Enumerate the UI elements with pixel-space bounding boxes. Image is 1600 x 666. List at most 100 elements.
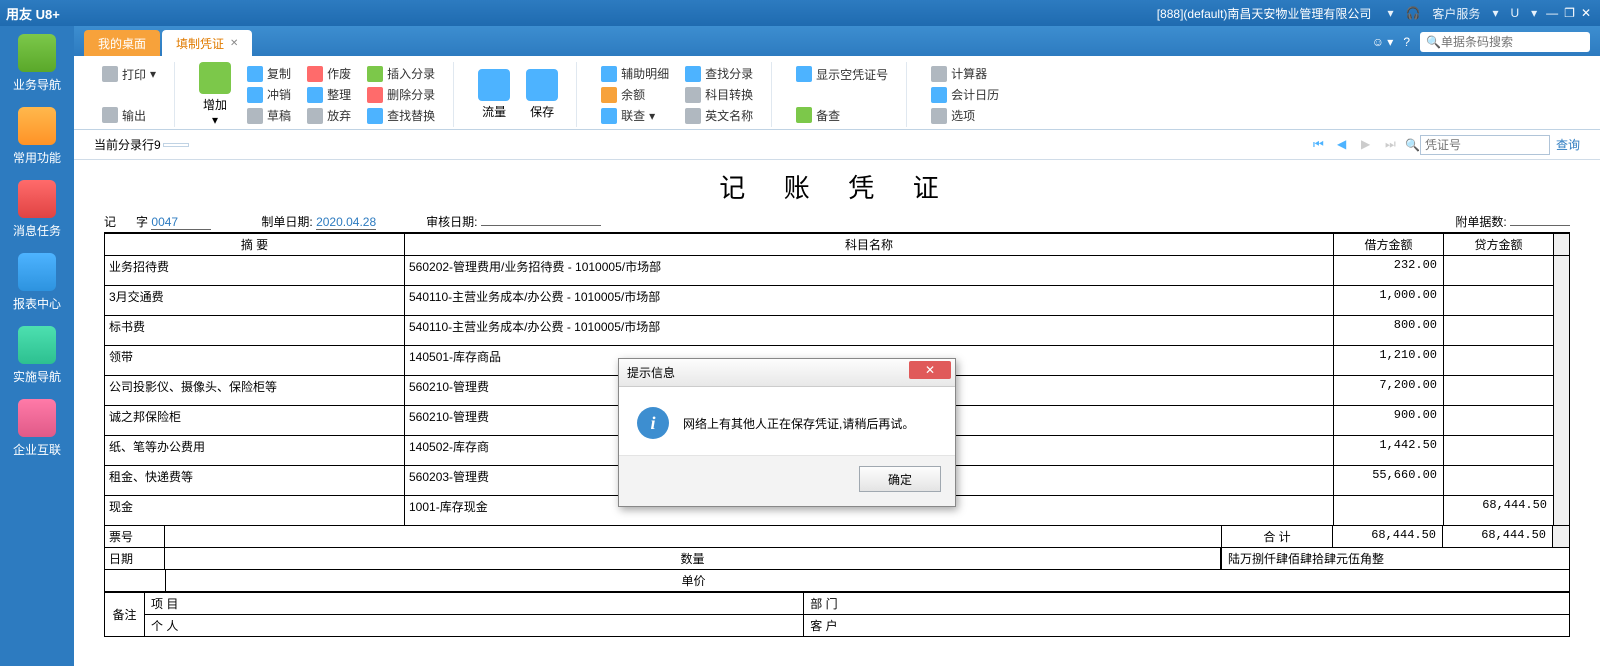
table-row[interactable]: 3月交通费540110-主营业务成本/办公费 - 1010005/市场部1,00…	[105, 286, 1570, 316]
print-button[interactable]: 打印 ▾	[98, 65, 160, 84]
cell-debit[interactable]: 800.00	[1334, 316, 1444, 346]
cell-summary[interactable]: 现金	[105, 496, 405, 526]
cell-debit[interactable]: 7,200.00	[1334, 376, 1444, 406]
dropdown-icon[interactable]: ▾	[1387, 6, 1393, 20]
tab-desktop[interactable]: 我的桌面	[84, 30, 160, 56]
subject-convert-button[interactable]: 科目转换	[681, 85, 757, 104]
close-icon[interactable]: ✕	[230, 38, 238, 49]
calendar-icon	[931, 87, 947, 103]
abandon-button[interactable]: 放弃	[303, 106, 355, 125]
remark-head: 备注	[105, 593, 145, 637]
cell-subject[interactable]: 560202-管理费用/业务招待费 - 1010005/市场部	[405, 256, 1334, 286]
row-badge	[163, 143, 189, 147]
cell-debit[interactable]: 1,210.00	[1334, 346, 1444, 376]
headset-icon[interactable]: 🎧	[1405, 6, 1420, 20]
cell-credit[interactable]	[1444, 436, 1554, 466]
smile-icon[interactable]: ☺ ▾	[1372, 35, 1394, 49]
remark-table: 备注 项 目 部 门 个 人 客 户	[104, 592, 1570, 637]
calendar-button[interactable]: 会计日历	[927, 85, 1003, 104]
cell-summary[interactable]: 租金、快递费等	[105, 466, 405, 496]
voucher-no-input[interactable]	[1420, 135, 1550, 155]
prev-icon[interactable]: ◀	[1337, 137, 1353, 153]
copy-button[interactable]: 复制	[243, 64, 295, 83]
balance-button[interactable]: 余额	[597, 85, 673, 104]
search-input[interactable]	[1441, 35, 1584, 49]
cell-credit[interactable]	[1444, 406, 1554, 436]
cell-credit[interactable]: 68,444.50	[1444, 496, 1554, 526]
u-logo[interactable]: U	[1510, 6, 1519, 20]
search-entry-button[interactable]: 查找分录	[681, 64, 757, 83]
dropdown-icon[interactable]: ▾	[1531, 6, 1537, 20]
attach-count[interactable]	[1510, 225, 1570, 226]
calc-button[interactable]: 计算器	[927, 64, 1003, 83]
insert-entry-button[interactable]: 插入分录	[363, 64, 439, 83]
show-empty-button[interactable]: 显示空凭证号	[792, 65, 892, 84]
cell-summary[interactable]: 公司投影仪、摄像头、保险柜等	[105, 376, 405, 406]
sidebar-item-implement[interactable]: 实施导航	[7, 326, 67, 385]
barcode-search[interactable]: 🔍	[1420, 32, 1590, 52]
person-label: 个 人	[145, 615, 804, 637]
cell-debit[interactable]: 1,442.50	[1334, 436, 1444, 466]
cell-summary[interactable]: 业务招待费	[105, 256, 405, 286]
minimize-icon[interactable]: —	[1546, 6, 1558, 20]
en-name-button[interactable]: 英文名称	[681, 106, 757, 125]
cell-debit[interactable]: 232.00	[1334, 256, 1444, 286]
cell-summary[interactable]: 3月交通费	[105, 286, 405, 316]
next-icon[interactable]: ▶	[1361, 137, 1377, 153]
tab-voucher[interactable]: 填制凭证✕	[162, 30, 252, 56]
cell-summary[interactable]: 纸、笔等办公费用	[105, 436, 405, 466]
add-button[interactable]: 增加 ▾	[191, 62, 239, 127]
table-row[interactable]: 标书费540110-主营业务成本/办公费 - 1010005/市场部800.00	[105, 316, 1570, 346]
aux-detail-button[interactable]: 辅助明细	[597, 64, 673, 83]
link-check-button[interactable]: 联查 ▾	[597, 106, 673, 125]
cell-credit[interactable]	[1444, 466, 1554, 496]
arrange-button[interactable]: 整理	[303, 85, 355, 104]
sidebar-item-reports[interactable]: 报表中心	[7, 253, 67, 312]
customer-service[interactable]: 客户服务	[1432, 5, 1480, 22]
convert-icon	[685, 87, 701, 103]
cell-debit[interactable]: 1,000.00	[1334, 286, 1444, 316]
cell-credit[interactable]	[1444, 376, 1554, 406]
dialog-titlebar[interactable]: 提示信息 ✕	[619, 359, 955, 387]
cell-credit[interactable]	[1444, 316, 1554, 346]
cell-credit[interactable]	[1444, 256, 1554, 286]
save-button[interactable]: 保存	[518, 69, 566, 120]
note-button[interactable]: 备查	[792, 106, 892, 125]
cell-debit[interactable]: 900.00	[1334, 406, 1444, 436]
sidebar-item-messages[interactable]: 消息任务	[7, 180, 67, 239]
cell-subject[interactable]: 540110-主营业务成本/办公费 - 1010005/市场部	[405, 316, 1334, 346]
draft-button[interactable]: 草稿	[243, 106, 295, 125]
scrollbar[interactable]	[1554, 256, 1570, 526]
cell-subject[interactable]: 540110-主营业务成本/办公费 - 1010005/市场部	[405, 286, 1334, 316]
dropdown-icon[interactable]: ▾	[1492, 6, 1498, 20]
sidebar-item-favorites[interactable]: 常用功能	[7, 107, 67, 166]
close-icon[interactable]: ✕	[909, 361, 951, 379]
options-button[interactable]: 选项	[927, 106, 1003, 125]
cell-credit[interactable]	[1444, 346, 1554, 376]
flow-button[interactable]: 流量	[470, 69, 518, 120]
close-icon[interactable]: ✕	[1581, 6, 1591, 20]
cell-summary[interactable]: 领带	[105, 346, 405, 376]
first-icon[interactable]: ⏮	[1313, 137, 1329, 153]
sidebar-item-biznav[interactable]: 业务导航	[7, 34, 67, 93]
export-button[interactable]: 输出	[98, 106, 160, 125]
cell-summary[interactable]: 诚之邦保险柜	[105, 406, 405, 436]
delete-entry-button[interactable]: 删除分录	[363, 85, 439, 104]
invalid-button[interactable]: 作废	[303, 64, 355, 83]
query-link[interactable]: 查询	[1556, 136, 1580, 153]
ok-button[interactable]: 确定	[859, 466, 941, 492]
cell-credit[interactable]	[1444, 286, 1554, 316]
cell-summary[interactable]: 标书费	[105, 316, 405, 346]
table-row[interactable]: 业务招待费560202-管理费用/业务招待费 - 1010005/市场部232.…	[105, 256, 1570, 286]
make-date[interactable]: 2020.04.28	[316, 215, 376, 230]
voucher-number[interactable]: 0047	[151, 215, 211, 230]
find-replace-button[interactable]: 查找替换	[363, 106, 439, 125]
dialog-title: 提示信息	[627, 364, 675, 381]
sidebar-item-enterprise[interactable]: 企业互联	[7, 399, 67, 458]
offset-button[interactable]: 冲销	[243, 85, 295, 104]
maximize-icon[interactable]: ❐	[1564, 6, 1575, 20]
last-icon[interactable]: ⏭	[1385, 137, 1401, 153]
cell-debit[interactable]: 55,660.00	[1334, 466, 1444, 496]
cell-debit[interactable]	[1334, 496, 1444, 526]
help-icon[interactable]: ?	[1403, 35, 1410, 49]
